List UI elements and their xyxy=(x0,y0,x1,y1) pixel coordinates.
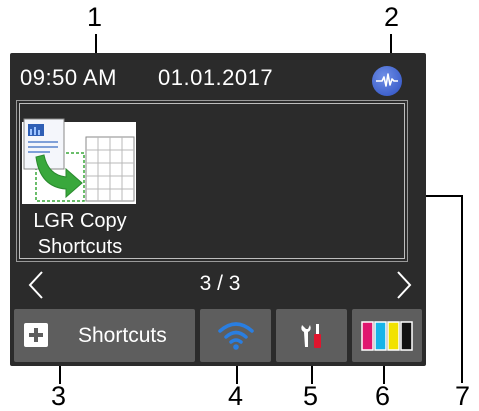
callout-2: 2 xyxy=(384,2,400,32)
ink-level-icon xyxy=(361,321,413,351)
callout-4: 4 xyxy=(228,381,244,411)
leader-line-7-vertical xyxy=(461,195,463,383)
copy-shortcut-icon xyxy=(23,118,135,202)
tools-icon xyxy=(301,324,321,348)
chevron-right-icon xyxy=(397,271,412,299)
callout-5: 5 xyxy=(303,381,319,411)
callout-1: 1 xyxy=(87,2,103,32)
settings-button[interactable] xyxy=(276,309,347,362)
shortcuts-label: Shortcuts xyxy=(78,324,167,347)
wifi-icon xyxy=(218,322,254,350)
previous-page-button[interactable] xyxy=(24,270,48,300)
machine-status-icon[interactable] xyxy=(372,66,402,96)
wifi-status-button[interactable] xyxy=(200,309,271,362)
clock-date: 01.01.2017 xyxy=(158,65,274,90)
pulse-icon xyxy=(376,73,398,87)
shortcuts-button[interactable]: Shortcuts xyxy=(14,309,195,362)
callout-3: 3 xyxy=(51,381,67,411)
page-indicator: 3 / 3 xyxy=(199,272,241,295)
ink-level-button[interactable] xyxy=(352,309,422,362)
shortcut-label-line1: LGR Copy xyxy=(33,210,127,232)
clock-time: 09:50 AM xyxy=(20,65,117,90)
callout-7: 7 xyxy=(455,381,471,411)
chevron-left-icon xyxy=(28,271,43,299)
shortcut-label-line2: Shortcuts xyxy=(37,236,123,258)
next-page-button[interactable] xyxy=(392,270,416,300)
plus-icon xyxy=(24,323,48,347)
callout-6: 6 xyxy=(375,381,391,411)
